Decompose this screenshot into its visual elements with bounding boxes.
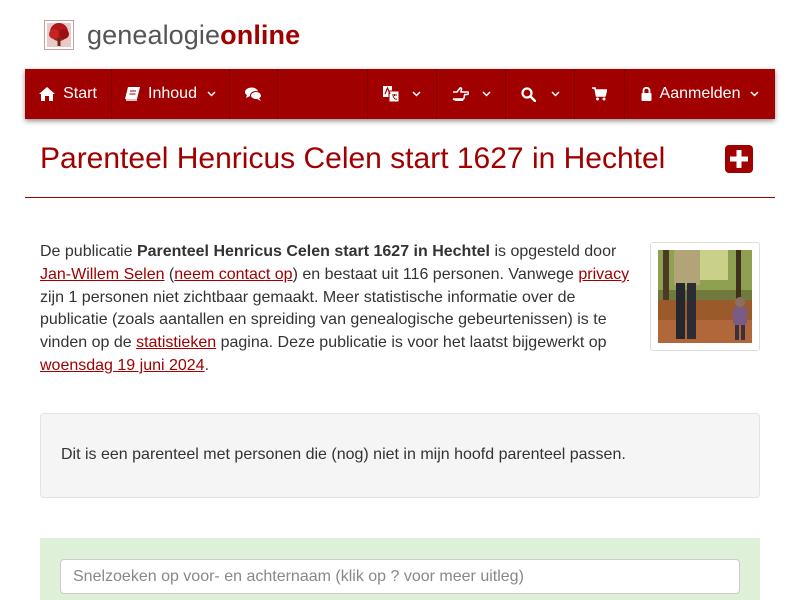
author-photo[interactable]	[650, 242, 760, 351]
nav-cart[interactable]	[575, 69, 625, 119]
site-logo[interactable]: genealogieonline	[44, 20, 300, 50]
lock-icon	[641, 87, 652, 101]
nav-start[interactable]: Start	[25, 69, 112, 119]
nav-inhoud-label: Inhoud	[148, 85, 197, 102]
intro-text: (	[164, 265, 175, 283]
cart-icon	[592, 87, 607, 101]
site-name-plain: genealogie	[87, 20, 221, 50]
quick-search-input[interactable]	[60, 559, 740, 594]
home-icon	[39, 87, 56, 101]
quick-search-panel	[40, 538, 760, 600]
hand-pointer-icon	[452, 87, 469, 101]
book-icon	[125, 87, 141, 101]
note-text: Dit is een parenteel met personen die (n…	[61, 446, 626, 463]
intro-text: .	[204, 356, 210, 374]
statistics-link[interactable]: statistieken	[136, 334, 216, 351]
nav-language[interactable]	[368, 69, 437, 119]
last-updated-link[interactable]: woensdag 19 juni 2024	[40, 357, 205, 374]
title-divider	[25, 197, 775, 198]
comments-icon	[245, 87, 262, 101]
main-navbar: Start Inhoud Aanmelden	[25, 69, 775, 119]
chevron-down-icon	[550, 91, 560, 97]
forest-photo	[658, 250, 752, 343]
intro-text: ) en bestaat uit 116 personen. Vanwege	[292, 265, 579, 283]
contact-link[interactable]: neem contact op	[174, 266, 292, 283]
publication-name: Parenteel Henricus Celen start 1627 in H…	[136, 243, 490, 260]
nav-search[interactable]	[506, 69, 575, 119]
nav-start-label: Start	[63, 85, 97, 102]
language-icon	[383, 86, 399, 102]
nav-inhoud[interactable]: Inhoud	[112, 69, 230, 119]
nav-login[interactable]: Aanmelden	[625, 69, 775, 119]
privacy-link[interactable]: privacy	[578, 266, 629, 283]
intro-text: pagina. Deze publicatie is voor het laat…	[216, 334, 607, 352]
tree-icon	[44, 20, 74, 50]
nav-login-label: Aanmelden	[659, 85, 741, 102]
page-title: Parenteel Henricus Celen start 1627 in H…	[40, 142, 666, 175]
site-name: genealogieonline	[87, 20, 300, 50]
plus-square-icon	[725, 145, 753, 173]
nav-spacer	[278, 69, 368, 119]
intro-text: is opgesteld door	[490, 243, 617, 260]
chevron-down-icon	[412, 91, 421, 97]
nav-actions[interactable]	[437, 69, 506, 119]
chevron-down-icon	[207, 91, 216, 97]
publication-note: Dit is een parenteel met personen die (n…	[40, 413, 760, 498]
search-icon	[520, 86, 536, 102]
intro-text: De publicatie	[40, 243, 137, 260]
site-name-bold: online	[220, 20, 301, 50]
chevron-down-icon	[481, 91, 491, 97]
chevron-down-icon	[750, 91, 759, 97]
nav-forum[interactable]	[230, 69, 278, 119]
publication-intro: De publicatie Parenteel Henricus Celen s…	[40, 241, 632, 378]
author-link[interactable]: Jan-Willem Selen	[40, 266, 164, 283]
add-button[interactable]	[725, 145, 753, 173]
